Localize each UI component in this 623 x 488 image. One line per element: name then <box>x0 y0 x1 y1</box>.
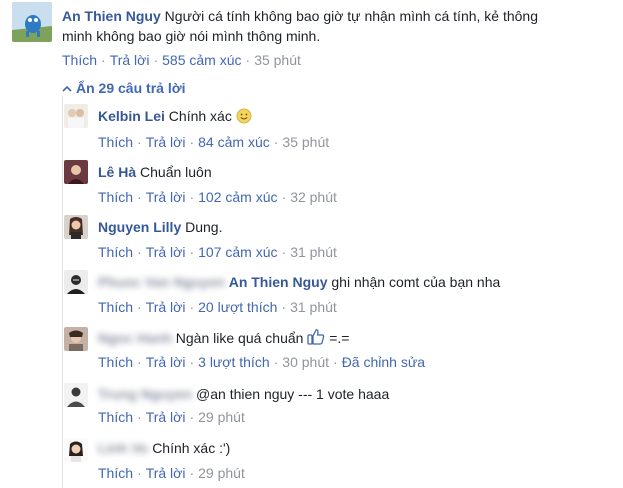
reply-text: Chuẩn luôn <box>140 164 212 180</box>
thumbs-up-icon <box>307 328 325 346</box>
avatar-kelbin-lei[interactable] <box>64 104 88 128</box>
reply-5-actions: Thích · Trả lời · 3 lượt thích · 30 phút · Đã ch… <box>98 354 425 370</box>
like-button[interactable]: Thích <box>98 465 133 481</box>
reply-6-content: Trung Nguyen @an thien nguy --- 1 vote h… <box>98 384 389 404</box>
avatar-image <box>64 160 88 184</box>
timestamp[interactable]: 32 phút <box>290 189 337 205</box>
timestamp[interactable]: 29 phút <box>198 465 245 481</box>
avatar-reply-7[interactable] <box>64 438 88 462</box>
like-button[interactable]: Thích <box>98 354 133 370</box>
reply-author[interactable]: Trung Nguyen <box>98 384 192 404</box>
reply-5-content: Ngoc Hanh Ngàn like quá chuẩn =.= <box>98 328 349 348</box>
avatar-an-thien-nguy[interactable] <box>12 2 52 42</box>
reply-text: Ngàn like quá chuẩn <box>175 330 304 346</box>
reply-6-actions: Thích · Trả lời · 29 phút <box>98 409 245 425</box>
reply-2-content: Lê Hà Chuẩn luôn <box>98 162 212 182</box>
reply-text: Chính xác :') <box>152 440 231 456</box>
timestamp[interactable]: 29 phút <box>198 409 245 425</box>
reply-author[interactable]: Linh Vo <box>98 438 148 458</box>
reply-button[interactable]: Trả lời <box>146 465 186 481</box>
reactions-count[interactable]: 107 cảm xúc <box>198 244 277 260</box>
reply-3-actions: Thích · Trả lời · 107 cảm xúc · 31 phút <box>98 244 337 260</box>
reply-author[interactable]: Kelbin Lei <box>98 108 165 124</box>
reply-text: Dung. <box>185 219 223 235</box>
like-button[interactable]: Thích <box>98 244 133 260</box>
reply-text: ghi nhận comt của bạn nha <box>331 274 501 290</box>
avatar-image <box>12 2 52 42</box>
reactions-count[interactable]: 84 cảm xúc <box>198 134 270 150</box>
tagged-user[interactable]: An Thien Nguy <box>229 274 328 290</box>
smile-emoji-icon <box>236 108 252 124</box>
reply-author[interactable]: Nguyen Lilly <box>98 219 181 235</box>
reply-author[interactable]: Lê Hà <box>98 164 136 180</box>
like-button[interactable]: Thích <box>98 409 133 425</box>
reply-button[interactable]: Trả lời <box>146 134 186 150</box>
edited-label[interactable]: Đã chỉnh sửa <box>342 354 425 370</box>
reply-1-content: Kelbin Lei Chính xác <box>98 106 252 126</box>
reply-7-content: Linh Vo Chính xác :') <box>98 438 230 458</box>
hide-replies-link[interactable]: Ẩn 29 câu trả lời <box>62 80 186 96</box>
like-button[interactable]: Thích <box>62 52 97 68</box>
reply-1-actions: Thích · Trả lời · 84 cảm xúc · 35 phút <box>98 134 330 150</box>
reply-4-content: Phuoc Van Nguyen An Thien Nguy ghi nhận … <box>98 272 500 292</box>
reactions-count[interactable]: 3 lượt thích <box>198 354 269 370</box>
avatar-image <box>64 327 88 351</box>
avatar-reply-5[interactable] <box>64 327 88 351</box>
reply-button[interactable]: Trả lời <box>146 189 186 205</box>
reply-4-actions: Thích · Trả lời · 20 lượt thích · 31 phút <box>98 299 337 315</box>
avatar-image <box>64 104 88 128</box>
reply-button[interactable]: Trả lời <box>110 52 150 68</box>
reply-2-actions: Thích · Trả lời · 102 cảm xúc · 32 phút <box>98 189 337 205</box>
avatar-image <box>64 383 88 407</box>
like-button[interactable]: Thích <box>98 299 133 315</box>
timestamp[interactable]: 31 phút <box>290 244 337 260</box>
main-comment-actions: Thích · Trả lời · 585 cảm xúc · 35 phút <box>62 52 301 68</box>
avatar-image <box>64 438 88 462</box>
reply-7-actions: Thích · Trả lời · 29 phút <box>98 465 245 481</box>
hide-replies-label: Ẩn 29 câu trả lời <box>76 80 186 96</box>
reactions-count[interactable]: 585 cảm xúc <box>162 52 241 68</box>
reply-text: @an thien nguy --- 1 vote haaa <box>196 386 390 402</box>
reply-button[interactable]: Trả lời <box>146 409 186 425</box>
like-button[interactable]: Thích <box>98 134 133 150</box>
timestamp[interactable]: 31 phút <box>290 299 337 315</box>
reply-button[interactable]: Trả lời <box>146 244 186 260</box>
avatar-reply-6[interactable] <box>64 383 88 407</box>
reply-button[interactable]: Trả lời <box>146 354 186 370</box>
reply-text-after: =.= <box>329 330 350 346</box>
main-comment-author[interactable]: An Thien Nguy <box>62 8 161 24</box>
reply-thread-line <box>62 96 63 488</box>
main-comment-line2: minh không bao giờ nói mình thông minh. <box>62 28 321 44</box>
avatar-le-ha[interactable] <box>64 160 88 184</box>
avatar-reply-4[interactable] <box>64 270 88 294</box>
timestamp[interactable]: 35 phút <box>254 52 301 68</box>
like-button[interactable]: Thích <box>98 189 133 205</box>
reply-3-content: Nguyen Lilly Dung. <box>98 217 222 237</box>
timestamp[interactable]: 30 phút <box>282 354 329 370</box>
main-comment-text: Người cá tính không bao giờ tự nhận mình… <box>164 8 539 24</box>
avatar-nguyen-lilly[interactable] <box>64 215 88 239</box>
avatar-image <box>64 270 88 294</box>
reply-button[interactable]: Trả lời <box>146 299 186 315</box>
reactions-count[interactable]: 102 cảm xúc <box>198 189 277 205</box>
reply-author[interactable]: Phuoc Van Nguyen <box>98 272 225 292</box>
reply-author[interactable]: Ngoc Hanh <box>98 328 172 348</box>
timestamp[interactable]: 35 phút <box>282 134 329 150</box>
reactions-count[interactable]: 20 lượt thích <box>198 299 277 315</box>
chevron-up-icon <box>62 80 72 96</box>
main-comment-line1: An Thien Nguy Người cá tính không bao gi… <box>62 6 538 26</box>
reply-text: Chính xác <box>168 108 232 124</box>
avatar-image <box>64 215 88 239</box>
